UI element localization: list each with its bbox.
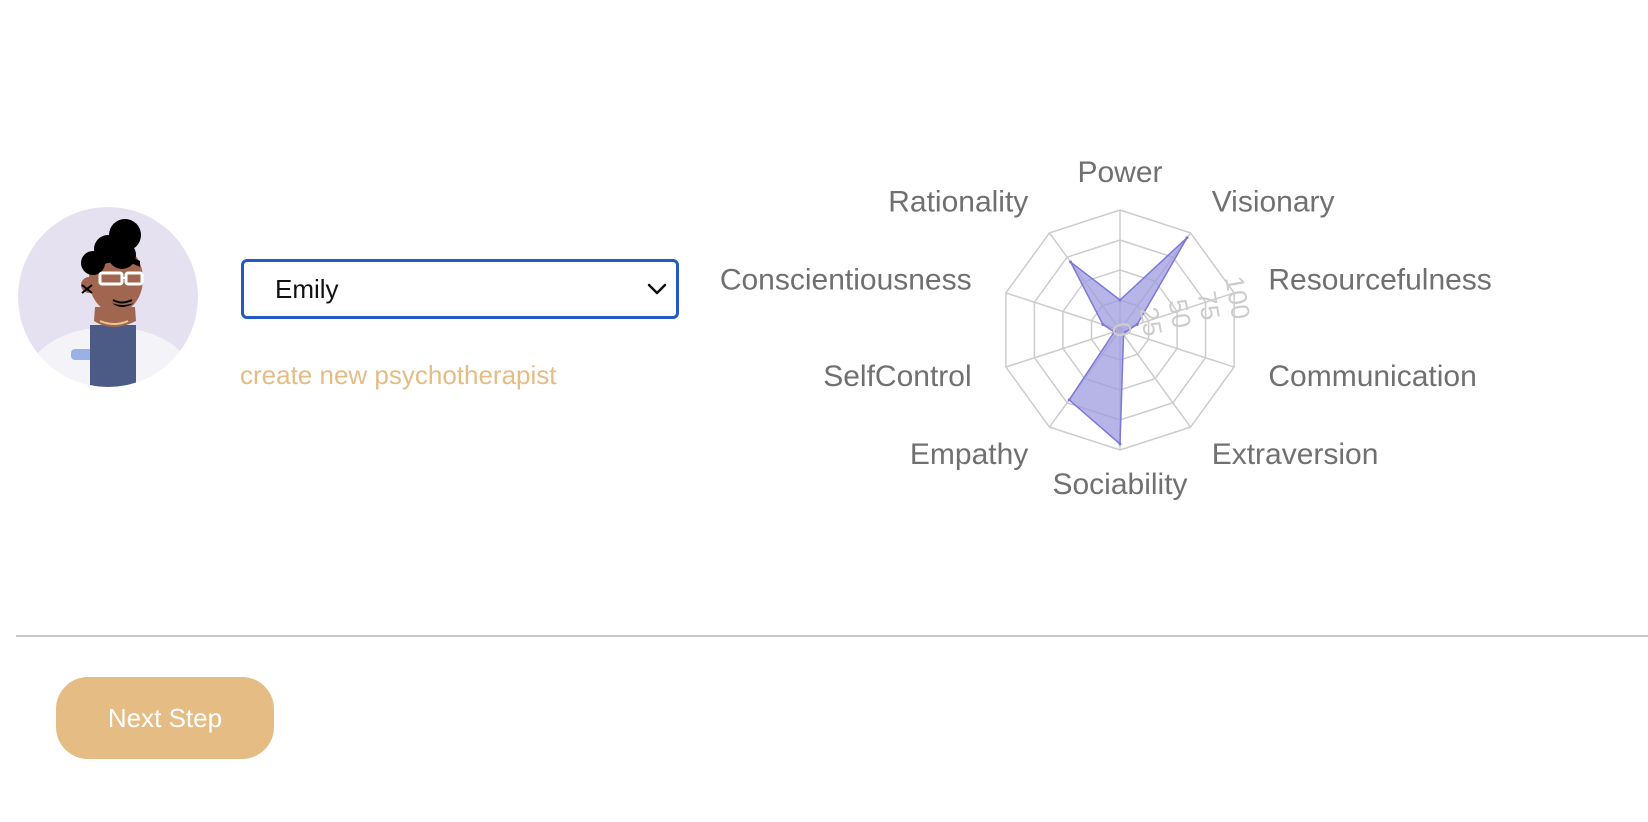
radar-spoke xyxy=(1119,292,1235,331)
radar-data-point xyxy=(1101,322,1105,326)
radar-tick-label: 0 xyxy=(1106,320,1138,339)
create-therapist-link[interactable]: create new psychotherapist xyxy=(240,360,557,391)
radar-data-point xyxy=(1118,298,1122,302)
radar-data-point xyxy=(1112,330,1116,334)
radar-series-area xyxy=(1068,237,1188,446)
radar-axis-label: Extraversion xyxy=(1212,438,1379,471)
radar-grid-ring xyxy=(1062,269,1178,391)
radar-spoke xyxy=(1119,329,1235,368)
chevron-down-icon xyxy=(647,283,667,295)
radar-axis-label: Rationality xyxy=(888,186,1028,219)
radar-grid-ring xyxy=(1005,209,1235,451)
therapist-select[interactable]: Emily xyxy=(241,259,679,319)
radar-spoke xyxy=(1048,232,1121,331)
radar-data-point xyxy=(1135,322,1139,326)
radar-axis-label: Communication xyxy=(1268,360,1476,393)
radar-spoke xyxy=(1048,329,1121,428)
radar-data-point xyxy=(1118,442,1122,446)
radar-data-point xyxy=(1185,236,1189,240)
radar-tick-label: 100 xyxy=(1219,274,1256,322)
radar-grid-ring xyxy=(1033,239,1207,421)
radar-axis-label: SelfControl xyxy=(823,360,971,393)
radar-axis-label: Empathy xyxy=(910,438,1028,471)
divider xyxy=(16,635,1648,637)
next-step-button[interactable]: Next Step xyxy=(56,677,274,759)
radar-data-point xyxy=(1122,333,1126,337)
radar-data-point xyxy=(1067,398,1071,402)
radar-data-point xyxy=(1124,330,1128,334)
radar-axis-label: Visionary xyxy=(1212,186,1335,219)
radar-tick-label: 75 xyxy=(1192,289,1227,323)
radar-spoke xyxy=(1005,292,1121,331)
avatar-illustration xyxy=(28,219,192,387)
therapist-select-value: Emily xyxy=(275,274,339,304)
radar-spoke xyxy=(1119,232,1192,331)
radar-axis-label: Resourcefulness xyxy=(1268,264,1491,297)
radar-data-point xyxy=(1069,260,1073,264)
radar-grid-ring xyxy=(1090,299,1150,361)
radar-axis-label: Conscientiousness xyxy=(720,264,972,297)
radar-tick-label: 25 xyxy=(1134,305,1169,339)
radar-spoke xyxy=(1005,329,1121,368)
page: Emily create new psychotherapist 0 25 50 75… xyxy=(0,0,1648,822)
radar-axis-label: Sociability xyxy=(1052,468,1187,501)
radar-spoke xyxy=(1119,329,1192,428)
radar-axis-label: Power xyxy=(1077,156,1162,189)
therapist-avatar xyxy=(18,207,198,387)
radar-tick-label: 50 xyxy=(1163,297,1198,331)
